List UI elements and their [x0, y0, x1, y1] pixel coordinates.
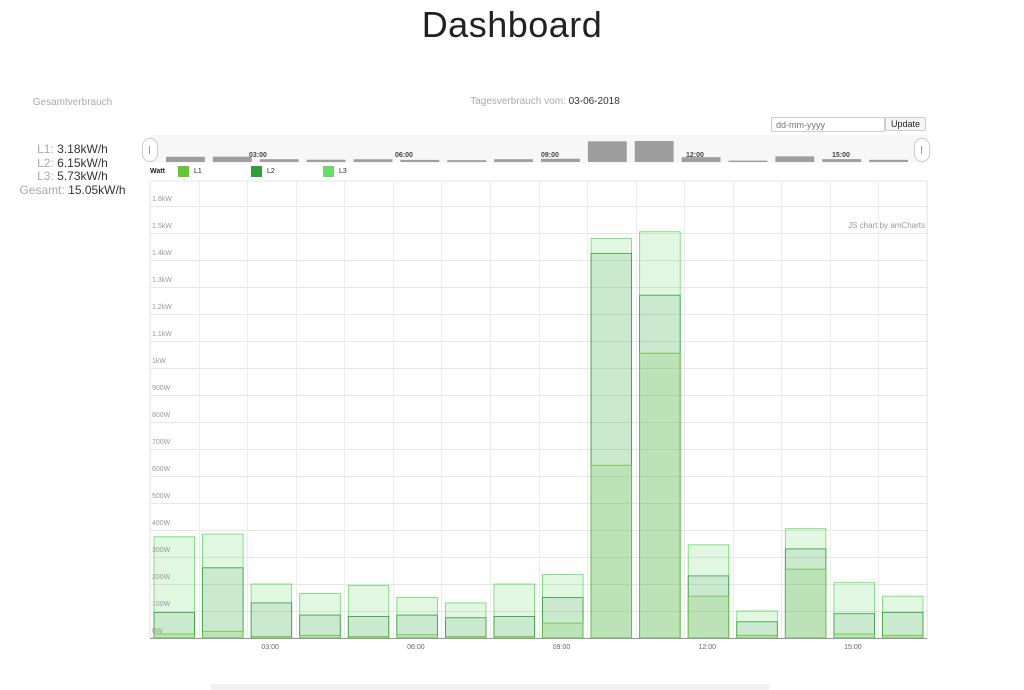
bar-l1 [882, 634, 924, 639]
y-tick-label: 1.1kW [152, 331, 172, 339]
bar-l1 [639, 352, 681, 639]
bar-l2 [299, 614, 341, 639]
bar-l2 [202, 567, 244, 639]
bar-l1 [250, 636, 293, 639]
bar-l1 [590, 464, 633, 639]
bar-l1 [736, 634, 778, 639]
y-tick-label: 0W [152, 628, 163, 635]
bar-l2 [493, 616, 535, 639]
navigator-preview-bar [587, 141, 627, 162]
navigator-preview-bar [822, 159, 862, 162]
navigator-preview-bar [775, 156, 815, 162]
bar-l2 [444, 617, 487, 639]
y-tick-label: 100W [152, 601, 171, 608]
bar-l1 [396, 634, 438, 639]
bar-l1 [347, 636, 390, 639]
navigator-preview-bar [400, 159, 440, 162]
y-tick-label: 400W [152, 520, 171, 528]
chart-credit[interactable]: JS chart by amCharts [830, 221, 925, 230]
navigator-preview-bar [166, 156, 205, 162]
y-tick-label: 200W [152, 574, 171, 581]
y-tick-label: 500W [152, 493, 171, 501]
navigator-preview-bar [869, 159, 908, 162]
bar-l2 [250, 602, 293, 639]
x-tick-label: 06:00 [407, 644, 425, 651]
y-tick-label: 1.5kW [152, 223, 172, 231]
bar-l1 [493, 636, 535, 639]
bar-l1 [299, 634, 341, 639]
navigator-preview-bar [259, 159, 299, 162]
bar-l1 [833, 633, 875, 639]
power-chart [149, 141, 928, 639]
y-tick-label: 600W [152, 466, 171, 474]
bar-l2 [347, 616, 390, 639]
y-tick-label: 900W [152, 385, 171, 393]
bar-l1 [542, 622, 584, 639]
x-tick-label: 03:00 [261, 644, 279, 651]
x-tick-label: 15:00 [844, 644, 862, 651]
x-tick-label: 09:00 [552, 644, 571, 651]
bottom-shadow [210, 684, 770, 690]
x-tick-label: 12:00 [698, 644, 716, 651]
y-tick-label: 1kW [152, 358, 166, 366]
y-tick-label: 1.2kW [152, 304, 172, 312]
navigator-preview-bar [447, 160, 487, 162]
bar-l2 [882, 611, 924, 639]
bar-l1 [784, 568, 827, 639]
bar-l1 [202, 630, 244, 639]
y-tick-label: 1.3kW [152, 277, 172, 285]
navigator-preview-bar [681, 157, 721, 162]
bar-l1 [687, 595, 730, 639]
y-tick-label: 700W [152, 439, 171, 447]
navigator-preview-bar [306, 159, 346, 162]
y-tick-label: 1.6kW [152, 196, 172, 204]
y-tick-label: 300W [152, 547, 171, 555]
bar-l1 [444, 636, 487, 639]
navigator-preview-bar [494, 159, 533, 162]
navigator-preview-bar [212, 156, 252, 162]
navigator-preview-bar [728, 160, 768, 162]
y-tick-label: 1.4kW [152, 250, 172, 258]
y-tick-label: 800W [152, 412, 171, 420]
navigator-preview-bar [634, 141, 674, 162]
navigator-preview-bar [353, 159, 393, 162]
navigator-preview-bar [541, 158, 580, 162]
